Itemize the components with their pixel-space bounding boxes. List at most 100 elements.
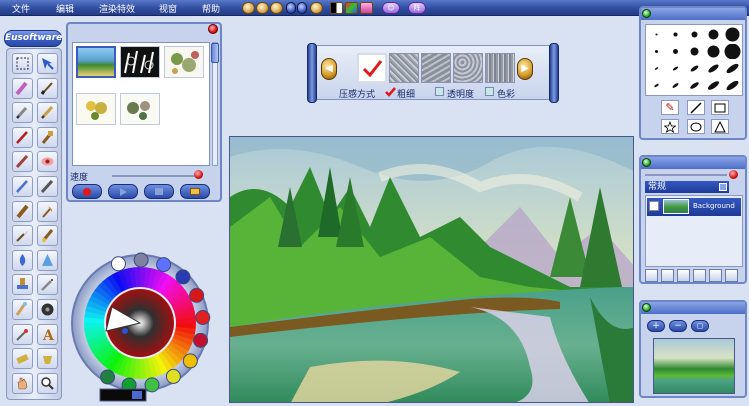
chevron-down-icon[interactable] — [719, 183, 727, 191]
triangle-shape-icon[interactable] — [711, 119, 729, 134]
layer-visibility-icon[interactable] — [649, 201, 659, 211]
extra-pill[interactable]: 阵 — [408, 2, 426, 14]
duplicate-layer-icon[interactable] — [661, 269, 674, 282]
menu-file[interactable]: 文件 — [12, 2, 30, 15]
menu-help[interactable]: 帮助 — [202, 2, 220, 15]
blend-mode-select[interactable]: 常规 — [645, 181, 729, 193]
brush-size-cell[interactable] — [648, 78, 665, 93]
navigator-thumbnail[interactable] — [653, 338, 735, 394]
spray-tool[interactable] — [37, 274, 58, 296]
speed-slider-knob[interactable] — [193, 170, 203, 179]
brush-size-cell[interactable] — [705, 78, 722, 93]
pen-tool[interactable] — [12, 102, 33, 124]
color-swatch[interactable] — [100, 369, 116, 385]
speed-slider[interactable] — [112, 175, 202, 177]
layer-mask-icon[interactable] — [693, 269, 706, 282]
color-adjust-icon[interactable] — [345, 2, 358, 14]
pencil-tool[interactable] — [37, 102, 58, 124]
freehand-shape-icon[interactable]: ✎ — [661, 100, 679, 115]
brush-thumbnail[interactable] — [120, 93, 160, 125]
text-tool[interactable]: A — [37, 323, 58, 345]
stamp-tool[interactable] — [12, 274, 33, 296]
brush-size-cell[interactable] — [705, 61, 722, 76]
opacity-checkbox[interactable] — [435, 87, 444, 96]
menu-edit[interactable]: 编辑 — [56, 2, 74, 15]
blur-tool[interactable] — [37, 299, 58, 320]
layer-opacity-slider[interactable] — [645, 174, 727, 176]
color-swatch[interactable] — [189, 287, 205, 303]
brush-size-cell[interactable] — [667, 27, 684, 42]
fit-view-button[interactable]: ▢ — [691, 320, 709, 332]
brush-size-cell[interactable] — [686, 27, 703, 42]
wide-brush-tool[interactable] — [12, 200, 33, 222]
brush-size-cell[interactable] — [667, 78, 684, 93]
brush-size-cell[interactable] — [686, 78, 703, 93]
flat-brush-tool[interactable] — [37, 126, 58, 148]
new-layer-icon[interactable] — [645, 269, 658, 282]
color-swatch[interactable] — [175, 269, 191, 285]
undo-icon[interactable] — [286, 2, 296, 14]
ellipse-shape-icon[interactable] — [687, 119, 705, 134]
brush-size-cell[interactable] — [724, 61, 741, 76]
panel-toggle-icon[interactable] — [642, 158, 651, 167]
color-swatch[interactable] — [156, 257, 172, 273]
save-layer-icon[interactable] — [709, 269, 722, 282]
fan-brush-tool[interactable] — [37, 200, 58, 222]
brush-size-cell[interactable] — [667, 61, 684, 76]
eraser-tool[interactable] — [12, 348, 33, 370]
color-swatch[interactable] — [144, 377, 160, 393]
thumbnail-scrollbar[interactable] — [211, 42, 219, 166]
play-button[interactable] — [108, 184, 138, 199]
prev-texture-button[interactable]: ◀ — [321, 58, 337, 80]
texture-swatch[interactable] — [421, 53, 451, 83]
brush-size-cell[interactable] — [705, 44, 722, 59]
close-icon[interactable] — [208, 24, 218, 34]
brush-size-cell[interactable] — [648, 27, 665, 42]
rect-select-tool[interactable] — [12, 53, 33, 74]
color-checkbox[interactable] — [485, 87, 494, 96]
brush-size-cell[interactable] — [724, 78, 741, 93]
delete-layer-icon[interactable] — [725, 269, 738, 282]
record-button[interactable] — [72, 184, 102, 199]
color-picker-icon[interactable] — [132, 391, 142, 399]
bucket-tool[interactable] — [37, 348, 58, 370]
new-file-icon[interactable] — [242, 2, 255, 14]
eye-tool[interactable] — [37, 151, 58, 173]
menu-window[interactable]: 视窗 — [159, 2, 177, 15]
brush-size-cell[interactable] — [705, 27, 722, 42]
brush-size-cell[interactable] — [724, 44, 741, 59]
airbrush-tool[interactable] — [12, 176, 33, 197]
brush-size-cell[interactable] — [667, 44, 684, 59]
filter-icon[interactable] — [360, 2, 373, 14]
brush-thumbnail[interactable] — [76, 46, 116, 78]
oil-brush-tool[interactable] — [12, 126, 33, 148]
texture-swatch[interactable] — [453, 53, 483, 83]
painting-canvas[interactable] — [229, 136, 634, 403]
texture-swatch[interactable] — [389, 53, 419, 83]
color-swatch[interactable] — [193, 332, 209, 348]
texture-swatch[interactable] — [485, 53, 515, 83]
color-swatch[interactable] — [110, 256, 126, 272]
star-shape-icon[interactable] — [661, 119, 679, 134]
brush-thumbnail[interactable] — [120, 46, 160, 78]
color-swatch[interactable] — [182, 353, 198, 369]
rectangle-shape-icon[interactable] — [711, 100, 729, 115]
color-swatch[interactable] — [195, 310, 211, 326]
layer-row[interactable]: Background — [647, 198, 741, 216]
merge-layer-icon[interactable] — [677, 269, 690, 282]
crayon-tool[interactable] — [12, 77, 33, 99]
next-texture-button[interactable]: ▶ — [517, 58, 533, 80]
panel-toggle-icon[interactable] — [642, 9, 651, 18]
menu-render-effects[interactable]: 渲染特效 — [99, 2, 135, 15]
hand-tool[interactable] — [12, 372, 33, 394]
brush-size-cell[interactable] — [724, 27, 741, 42]
layer-opacity-knob[interactable] — [729, 170, 738, 179]
panel-toggle-icon[interactable] — [642, 303, 651, 312]
smudge-tool[interactable] — [12, 299, 33, 320]
charcoal-tool[interactable] — [37, 176, 58, 197]
zoom-tool[interactable] — [37, 372, 58, 394]
brush-size-cell[interactable] — [648, 61, 665, 76]
brush-size-cell[interactable] — [686, 44, 703, 59]
brush-tool[interactable] — [37, 77, 58, 99]
cone-tool[interactable] — [37, 249, 58, 271]
